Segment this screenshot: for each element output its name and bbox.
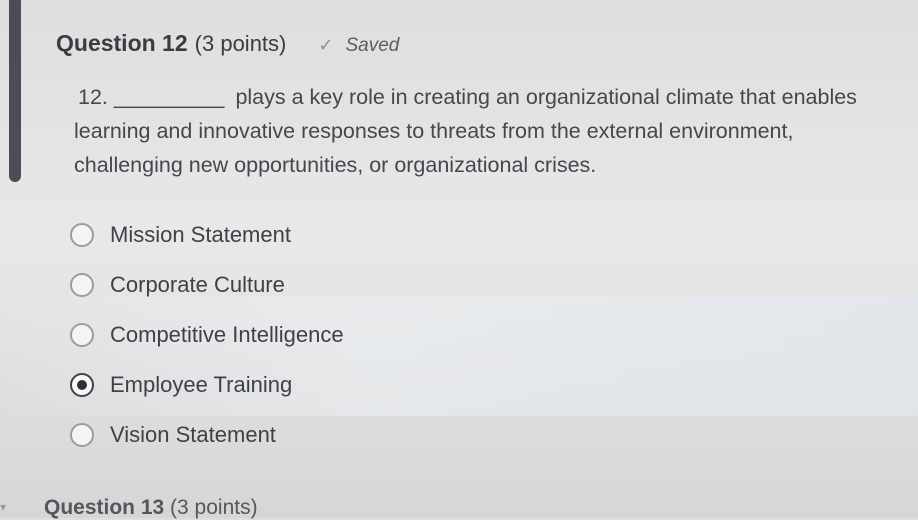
next-question-header: Question 13 (3 points) — [44, 496, 258, 520]
question-text-line-3: challenging new opportunities, or organi… — [74, 153, 597, 177]
question-text-line-2: learning and innovative responses to thr… — [74, 119, 794, 143]
option-label: Corporate Culture — [110, 272, 285, 297]
radio-button[interactable] — [70, 423, 94, 447]
radio-button-selected[interactable] — [70, 373, 94, 397]
question-number: 12. — [78, 85, 108, 109]
question-blank: __________ — [113, 85, 225, 109]
answer-options: Mission Statement Corporate Culture Comp… — [70, 210, 344, 460]
question-title: Question 12 — [56, 30, 188, 56]
option-label: Competitive Intelligence — [110, 322, 344, 347]
option-mission-statement[interactable]: Mission Statement — [70, 210, 344, 260]
question-header: Question 12 (3 points) ✓ Saved — [56, 30, 399, 57]
radio-button[interactable] — [70, 273, 94, 297]
option-employee-training[interactable]: Employee Training — [70, 360, 344, 410]
scroll-marker-icon: ▾ — [0, 500, 7, 514]
option-vision-statement[interactable]: Vision Statement — [70, 410, 344, 460]
option-label: Employee Training — [110, 372, 293, 397]
option-label: Mission Statement — [110, 222, 291, 247]
option-label: Vision Statement — [110, 422, 276, 447]
question-points: (3 points) — [194, 31, 287, 56]
saved-label: Saved — [345, 35, 400, 56]
next-question-points: (3 points) — [170, 496, 258, 519]
option-competitive-intelligence[interactable]: Competitive Intelligence — [70, 310, 344, 360]
saved-status: ✓ Saved — [318, 35, 399, 57]
check-icon: ✓ — [318, 35, 334, 56]
option-corporate-culture[interactable]: Corporate Culture — [70, 260, 344, 310]
question-line-1: 12. __________ plays a key role in creati… — [74, 80, 918, 114]
question-accent-bar — [9, 0, 21, 182]
radio-button[interactable] — [70, 323, 94, 347]
radio-button[interactable] — [70, 223, 94, 247]
next-question-title: Question 13 — [44, 496, 165, 519]
question-text-line-1: plays a key role in creating an organiza… — [235, 85, 857, 109]
question-body: 12. __________ plays a key role in creati… — [74, 80, 918, 182]
